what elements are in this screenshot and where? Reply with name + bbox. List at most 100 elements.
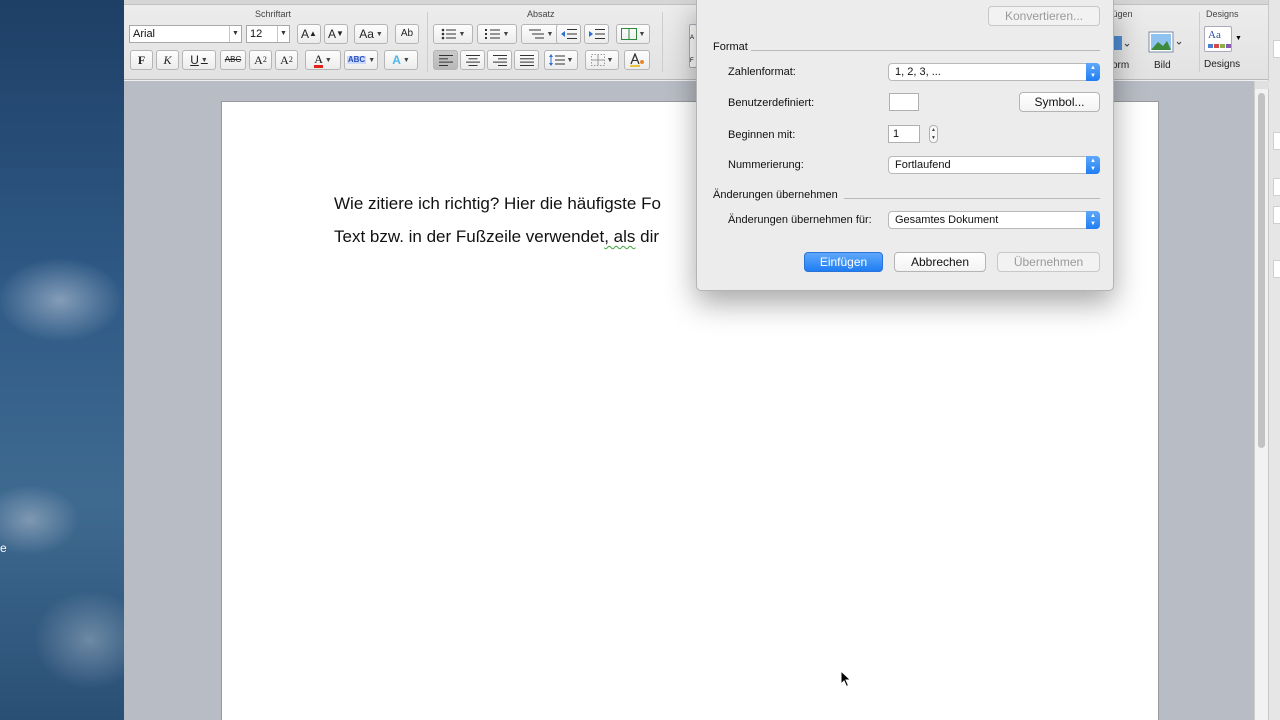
italic-label: K xyxy=(163,53,172,67)
align-left-icon xyxy=(438,54,453,66)
borders-icon xyxy=(590,54,605,66)
color-swatch xyxy=(1214,44,1219,48)
text-effects-button[interactable]: A ▼ xyxy=(384,50,418,70)
numbering-button[interactable]: ▼ xyxy=(477,24,517,44)
subscript-icon: 2 xyxy=(288,55,293,64)
change-case-button[interactable]: Aa ▼ xyxy=(354,24,388,44)
change-case-label: Aa xyxy=(359,27,374,41)
number-format-value: 1, 2, 3, ... xyxy=(895,66,941,78)
underline-button[interactable]: U ▼ xyxy=(182,50,216,70)
align-right-icon xyxy=(492,54,507,66)
group-separator xyxy=(427,12,428,72)
chevron-down-icon: ▼ xyxy=(324,56,332,64)
indent-icon xyxy=(588,29,605,39)
apply-to-value: Gesamtes Dokument xyxy=(895,214,999,226)
italic-button[interactable]: K xyxy=(156,50,179,70)
styles-gallery-letter: F xyxy=(690,58,694,64)
document-text-segment: dir xyxy=(635,227,660,246)
line-spacing-button[interactable]: ▼ xyxy=(544,50,578,70)
chevron-down-icon: ▼ xyxy=(200,56,208,64)
popup-arrows-icon: ▲ ▼ xyxy=(1086,211,1100,229)
chevron-down-icon: ▼ xyxy=(375,30,383,38)
line-spacing-icon xyxy=(548,54,565,66)
strikethrough-button[interactable]: ABC xyxy=(220,50,246,70)
popup-arrows-icon: ▲ ▼ xyxy=(1086,63,1100,81)
group-separator xyxy=(662,12,663,72)
decrease-indent-button[interactable] xyxy=(556,24,581,44)
grow-font-button[interactable]: A ▲ xyxy=(297,24,321,44)
align-left-button[interactable] xyxy=(433,50,458,70)
font-size-select[interactable]: 12 ▼ xyxy=(246,25,290,43)
justify-button[interactable] xyxy=(514,50,539,70)
custom-mark-input[interactable] xyxy=(889,93,919,111)
numbering-value: Fortlaufend xyxy=(895,159,951,171)
shape-icon xyxy=(1112,36,1130,50)
vertical-scrollbar[interactable] xyxy=(1254,81,1269,720)
font-name-select[interactable]: Arial ▼ xyxy=(129,25,242,43)
section-title-apply: Änderungen übernehmen xyxy=(713,189,838,201)
group-label-paragraph: Absatz xyxy=(527,9,555,19)
borders-button[interactable]: ▼ xyxy=(585,50,619,70)
chevron-down-icon: ▼ xyxy=(402,56,410,64)
outdent-icon xyxy=(560,29,577,39)
background-window-field xyxy=(1273,40,1280,58)
color-swatch xyxy=(1220,44,1225,48)
shading-button[interactable] xyxy=(624,50,650,70)
shrink-font-button[interactable]: A ▼ xyxy=(324,24,348,44)
section-title-format: Format xyxy=(713,41,748,53)
picture-label: Bild xyxy=(1154,60,1171,71)
multilevel-list-button[interactable]: ▼ xyxy=(521,24,561,44)
convert-button[interactable]: Konvertieren... xyxy=(988,6,1100,26)
bold-button[interactable]: F xyxy=(130,50,153,70)
grow-font-label: A xyxy=(301,27,310,41)
picture-button[interactable] xyxy=(1148,30,1188,58)
group-label-font: Schriftart xyxy=(255,9,292,19)
symbol-button[interactable]: Symbol... xyxy=(1019,92,1100,112)
color-swatch xyxy=(1226,44,1231,48)
columns-button[interactable]: ▼ xyxy=(616,24,650,44)
numbering-select[interactable]: Fortlaufend ▲ ▼ xyxy=(888,156,1100,174)
number-format-label: Zahlenformat: xyxy=(728,66,796,78)
chevron-down-icon: ▼ xyxy=(566,56,574,64)
numbering-label: Nummerierung: xyxy=(728,159,804,171)
document-text-line[interactable]: Wie zitiere ich richtig? Hier die häufig… xyxy=(334,194,661,214)
apply-button[interactable]: Übernehmen xyxy=(997,252,1100,272)
chevron-down-icon: ▼ xyxy=(638,30,646,38)
chevron-down-icon: ▼ xyxy=(458,30,466,38)
group-separator xyxy=(1199,12,1200,72)
popup-arrows-icon: ▲ ▼ xyxy=(1086,156,1100,174)
shape-button[interactable] xyxy=(1112,30,1134,58)
highlight-button[interactable]: ABC ▼ xyxy=(344,50,378,70)
bullets-button[interactable]: ▼ xyxy=(433,24,473,44)
chevron-down-icon[interactable]: ▼ xyxy=(277,26,289,42)
grammar-flagged-text[interactable]: , als xyxy=(604,227,635,246)
start-at-input[interactable]: 1 xyxy=(888,125,920,143)
scrollbar-thumb[interactable] xyxy=(1258,93,1265,448)
numbered-list-icon xyxy=(484,29,500,39)
align-center-button[interactable] xyxy=(460,50,485,70)
number-format-select[interactable]: 1, 2, 3, ... ▲ ▼ xyxy=(888,63,1100,81)
arrow-up-icon: ▲ xyxy=(309,29,317,38)
apply-to-select[interactable]: Gesamtes Dokument ▲ ▼ xyxy=(888,211,1100,229)
insert-button[interactable]: Einfügen xyxy=(804,252,883,272)
clear-formatting-button[interactable]: Ab xyxy=(395,24,419,44)
increase-indent-button[interactable] xyxy=(584,24,609,44)
multilevel-list-icon xyxy=(528,29,544,39)
subscript-button[interactable]: A2 xyxy=(275,50,298,70)
chevron-down-icon[interactable]: ▼ xyxy=(229,26,241,42)
font-color-button[interactable]: A ▼ xyxy=(305,50,341,70)
cancel-button[interactable]: Abbrechen xyxy=(894,252,986,272)
superscript-button[interactable]: A2 xyxy=(249,50,272,70)
align-right-button[interactable] xyxy=(487,50,512,70)
section-divider xyxy=(751,50,1100,51)
superscript-label: A xyxy=(254,53,263,67)
start-at-stepper[interactable]: ▲ ▼ xyxy=(929,125,938,143)
background-window-edge xyxy=(1268,0,1280,720)
bold-label: F xyxy=(137,53,146,67)
clear-formatting-label: Ab xyxy=(400,28,414,39)
document-text-line[interactable]: Text bzw. in der Fußzeile verwendet, als… xyxy=(334,227,659,247)
designs-button[interactable]: Aa ▼ xyxy=(1204,26,1242,56)
desktop-background: e xyxy=(0,0,124,720)
ruler-toggle[interactable] xyxy=(1255,81,1269,89)
background-window-field xyxy=(1273,260,1280,278)
